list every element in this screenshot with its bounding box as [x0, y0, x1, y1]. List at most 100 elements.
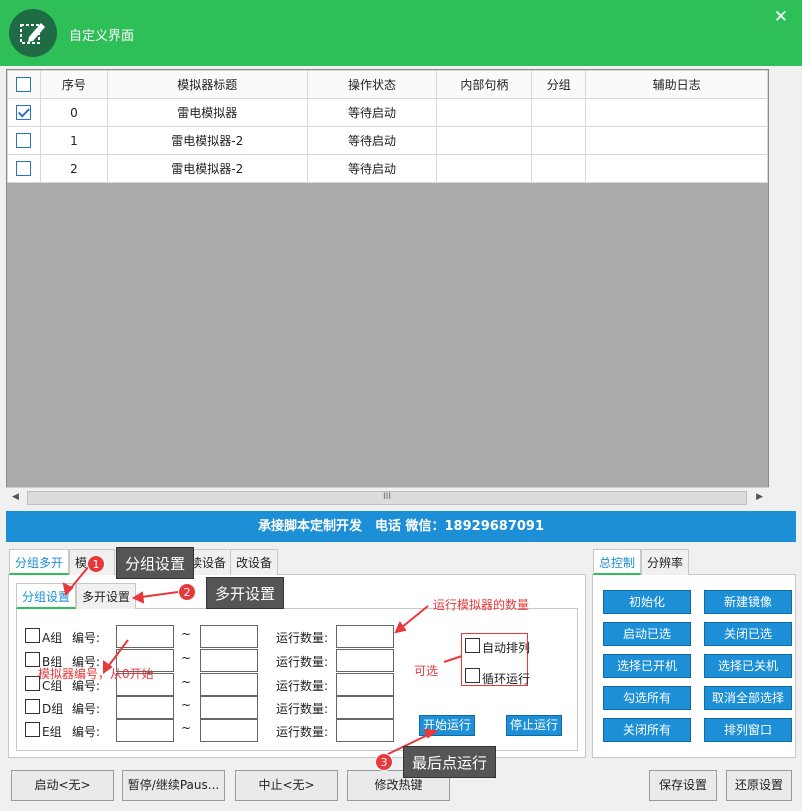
status-cell: 等待启动 [306, 154, 438, 183]
group-cell [531, 126, 587, 155]
tab-multi-settings[interactable]: 多开设置 [76, 583, 137, 609]
scroll-left-icon[interactable]: ◀ [12, 492, 19, 502]
table-row[interactable]: 0 雷电模拟器 等待启动 [7, 98, 768, 127]
run-count-label: 运行数量: [276, 631, 329, 645]
row-checkbox[interactable] [7, 126, 41, 155]
run-count-input[interactable] [336, 673, 394, 696]
run-count-input[interactable] [336, 719, 394, 742]
auto-arrange-label: 自动排列 [482, 641, 531, 655]
group-cell [531, 98, 587, 127]
title-cell: 雷电模拟器 [106, 98, 308, 127]
table-row[interactable]: 1 雷电模拟器-2 等待启动 [7, 126, 768, 155]
auto-arrange-checkbox[interactable] [465, 638, 480, 653]
column-header[interactable]: 内部句柄 [436, 70, 533, 99]
id-end-input[interactable] [200, 673, 258, 696]
tab-master-control[interactable]: 总控制 [593, 549, 642, 575]
close-icon[interactable]: ✕ [774, 7, 788, 27]
title-bar: 自定义界面 ✕ [0, 0, 802, 66]
step-badge-1: 1 [87, 555, 105, 573]
id-label: 编号: [72, 702, 101, 716]
save-settings-button[interactable]: 保存设置 [649, 770, 717, 801]
run-count-label: 运行数量: [276, 725, 329, 739]
step-badge-3: 3 [375, 753, 393, 771]
control-button[interactable]: 关闭已选 [704, 622, 792, 646]
log-cell [585, 126, 768, 155]
loop-run-label: 循环运行 [482, 672, 531, 686]
id-start-input[interactable] [116, 625, 174, 648]
id-start-input[interactable] [116, 719, 174, 742]
id-end-input[interactable] [200, 649, 258, 672]
index-cell: 1 [39, 126, 108, 155]
tilde-label: ~ [181, 721, 192, 735]
table-header: 序号 模拟器标题 操作状态 内部句柄 分组 辅助日志 [7, 70, 768, 99]
start-run-button[interactable]: 开始运行 [419, 715, 475, 736]
column-header[interactable]: 序号 [39, 70, 108, 99]
group-label: A组 [42, 631, 63, 645]
id-start-input[interactable] [116, 696, 174, 719]
edit-icon [9, 9, 57, 57]
contact-banner: 承接脚本定制开发 电话 微信：18929687091 [6, 511, 796, 542]
tab-group-multi[interactable]: 分组多开 [9, 549, 70, 575]
group-label: E组 [42, 725, 62, 739]
id-label: 编号: [72, 725, 101, 739]
select-all-checkbox[interactable] [7, 70, 41, 99]
control-button[interactable]: 选择已关机 [704, 654, 792, 678]
control-button[interactable]: 排列窗口 [704, 718, 792, 742]
tilde-label: ~ [181, 675, 192, 689]
stop-run-button[interactable]: 停止运行 [506, 715, 562, 736]
column-header[interactable]: 操作状态 [306, 70, 438, 99]
loop-run-checkbox[interactable] [465, 668, 480, 683]
start-button[interactable]: 启动<无> [11, 770, 114, 801]
tab-resolution[interactable]: 分辨率 [641, 549, 690, 575]
emulator-table: 序号 模拟器标题 操作状态 内部句柄 分组 辅助日志 0 雷电模拟器 等待启动 1 雷电… [6, 69, 769, 508]
scroll-right-icon[interactable]: ▶ [756, 492, 763, 502]
control-button[interactable]: 选择已开机 [603, 654, 691, 678]
title-cell: 雷电模拟器-2 [106, 154, 308, 183]
table: 序号 模拟器标题 操作状态 内部句柄 分组 辅助日志 0 雷电模拟器 等待启动 1 雷电… [7, 70, 768, 183]
tab-modify-device[interactable]: 改设备 [230, 549, 279, 575]
id-end-input[interactable] [200, 696, 258, 719]
index-cell: 2 [39, 154, 108, 183]
group-label: D组 [42, 702, 64, 716]
control-button[interactable]: 新建镜像 [704, 590, 792, 614]
horizontal-scrollbar[interactable]: ◀ III ▶ [6, 487, 769, 508]
group-cell [531, 154, 587, 183]
id-end-input[interactable] [200, 719, 258, 742]
row-checkbox[interactable] [7, 98, 41, 127]
column-header[interactable]: 辅助日志 [585, 70, 768, 99]
scroll-thumb[interactable]: III [27, 491, 747, 505]
handle-cell [436, 126, 533, 155]
run-count-input[interactable] [336, 649, 394, 672]
group-checkbox[interactable] [25, 699, 40, 714]
control-button[interactable]: 取消全部选择 [704, 686, 792, 710]
run-count-label: 运行数量: [276, 655, 329, 669]
restore-settings-button[interactable]: 还原设置 [726, 770, 792, 801]
pause-button[interactable]: 暂停/继续Paus... [122, 770, 225, 801]
run-count-input[interactable] [336, 625, 394, 648]
column-header[interactable]: 模拟器标题 [106, 70, 308, 99]
row-checkbox[interactable] [7, 154, 41, 183]
abort-button[interactable]: 中止<无> [235, 770, 338, 801]
control-button[interactable]: 初始化 [603, 590, 691, 614]
column-header[interactable]: 分组 [531, 70, 587, 99]
control-button[interactable]: 勾选所有 [603, 686, 691, 710]
callout-group-settings: 分组设置 [116, 547, 195, 579]
run-count-input[interactable] [336, 696, 394, 719]
handle-cell [436, 154, 533, 183]
tab-group-settings[interactable]: 分组设置 [16, 583, 77, 609]
title-cell: 雷电模拟器-2 [106, 126, 308, 155]
group-checkbox[interactable] [25, 722, 40, 737]
index-cell: 0 [39, 98, 108, 127]
table-row[interactable]: 2 雷电模拟器-2 等待启动 [7, 154, 768, 183]
note-optional: 可选 [414, 664, 439, 678]
step-badge-2: 2 [178, 583, 196, 601]
note-run-count: 运行模拟器的数量 [433, 598, 530, 612]
id-end-input[interactable] [200, 625, 258, 648]
run-count-label: 运行数量: [276, 702, 329, 716]
run-count-label: 运行数量: [276, 679, 329, 693]
control-button[interactable]: 关闭所有 [603, 718, 691, 742]
control-button[interactable]: 启动已选 [603, 622, 691, 646]
group-checkbox[interactable] [25, 628, 40, 643]
log-cell [585, 98, 768, 127]
tilde-label: ~ [181, 651, 192, 665]
